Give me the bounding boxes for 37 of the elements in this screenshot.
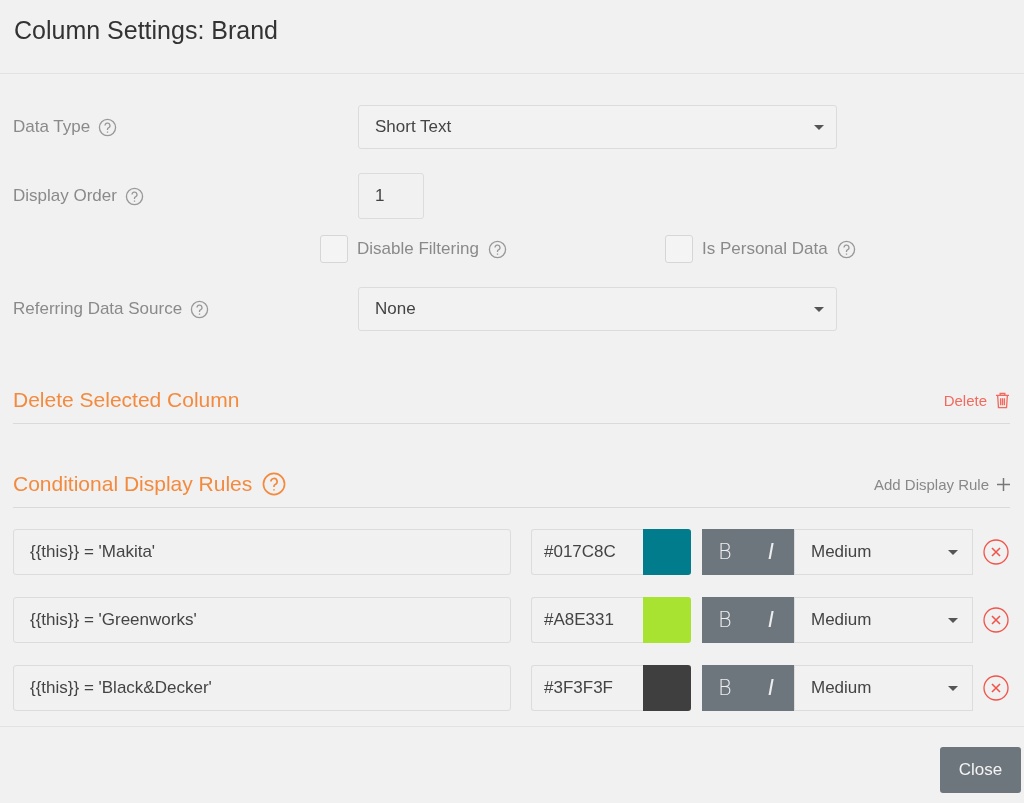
caret-icon — [814, 306, 824, 312]
size-dropdown[interactable]: Medium — [794, 597, 973, 643]
plus-icon — [997, 477, 1010, 491]
size-dropdown[interactable]: Medium — [794, 665, 973, 711]
caret-icon — [948, 685, 958, 691]
trash-icon — [995, 391, 1010, 409]
dialog-title: Column Settings: Brand — [14, 16, 279, 45]
remove-icon[interactable] — [983, 607, 1009, 633]
condition-field[interactable]: {{this}} = 'Greenworks' — [13, 597, 511, 643]
section-title: Delete Selected Column — [13, 388, 240, 412]
color-swatch[interactable] — [643, 665, 691, 711]
dropdown[interactable]: None — [358, 287, 837, 331]
help-icon[interactable] — [190, 299, 210, 319]
caret-icon — [814, 124, 824, 130]
section-title: Conditional Display Rules — [13, 472, 253, 496]
help-icon[interactable] — [487, 239, 507, 259]
help-icon[interactable] — [124, 186, 144, 206]
condition-field[interactable]: {{this}} = 'Makita' — [13, 529, 511, 575]
help-icon[interactable] — [98, 117, 118, 137]
number-field[interactable]: 1 — [358, 173, 424, 219]
close-button[interactable]: Close — [940, 747, 1021, 793]
field-label: Data Type — [13, 117, 91, 137]
caret-icon — [948, 549, 958, 555]
help-icon[interactable] — [262, 472, 287, 496]
remove-icon[interactable] — [983, 539, 1009, 565]
field-label: Display Order — [13, 186, 117, 206]
size-dropdown[interactable]: Medium — [794, 529, 973, 575]
caret-icon — [948, 617, 958, 623]
dropdown[interactable]: Short Text — [358, 105, 837, 149]
color-swatch[interactable] — [643, 597, 691, 643]
checkbox[interactable] — [665, 235, 693, 263]
condition-field[interactable]: {{this}} = 'Black&Decker' — [13, 665, 511, 711]
field-label: Referring Data Source — [13, 299, 183, 319]
checkbox[interactable] — [320, 235, 348, 263]
remove-icon[interactable] — [983, 675, 1009, 701]
help-icon[interactable] — [836, 239, 856, 259]
color-swatch[interactable] — [643, 529, 691, 575]
